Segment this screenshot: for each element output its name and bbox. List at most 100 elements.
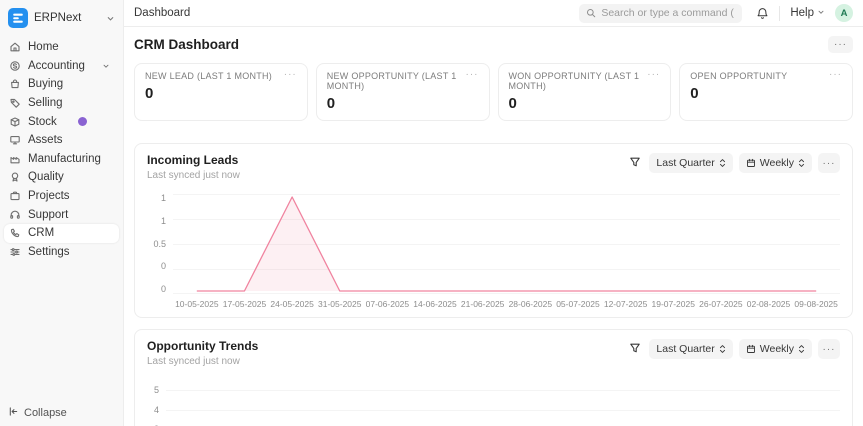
card-menu-button[interactable]: ··· bbox=[829, 71, 842, 79]
x-axis-label: 31-05-2025 bbox=[316, 299, 364, 309]
topbar-divider bbox=[779, 6, 780, 21]
sidebar-item-selling[interactable]: Selling bbox=[4, 94, 119, 113]
sidebar-item-label: Quality bbox=[28, 171, 64, 183]
selling-icon bbox=[9, 97, 21, 109]
sidebar-item-quality[interactable]: Quality bbox=[4, 168, 119, 187]
x-axis-label: 21-06-2025 bbox=[459, 299, 507, 309]
help-label: Help bbox=[790, 7, 814, 19]
time-range-select[interactable]: Last Quarter bbox=[649, 153, 732, 173]
collapse-icon bbox=[8, 406, 19, 420]
x-axis-label: 12-07-2025 bbox=[602, 299, 650, 309]
page-title: CRM Dashboard bbox=[134, 37, 239, 52]
sidebar: ERPNext Home AccountingBuying Selling Stock… bbox=[0, 0, 124, 426]
breadcrumb[interactable]: Dashboard bbox=[134, 7, 190, 19]
stat-card-new-lead-last-1-month[interactable]: NEW LEAD (LAST 1 MONTH)···0 bbox=[134, 63, 308, 121]
updown-icon bbox=[719, 158, 726, 168]
sidebar-item-projects[interactable]: Projects bbox=[4, 187, 119, 206]
time-range-select[interactable]: Last Quarter bbox=[649, 339, 732, 359]
stat-card-label: WON OPPORTUNITY (LAST 1 MONTH) bbox=[509, 71, 648, 91]
sidebar-item-manufacturing[interactable]: Manufacturing bbox=[4, 150, 119, 169]
x-axis-label: 19-07-2025 bbox=[649, 299, 697, 309]
chart-title-block: Incoming LeadsLast synced just now bbox=[147, 153, 240, 181]
chart-header: Opportunity TrendsLast synced just now La… bbox=[147, 339, 840, 367]
stock-icon bbox=[9, 116, 21, 128]
y-axis-row: 4 bbox=[147, 401, 840, 421]
topbar-right: Help A bbox=[579, 4, 853, 23]
chart-menu-button[interactable]: ··· bbox=[818, 339, 840, 359]
chart-header: Incoming LeadsLast synced just now Last Q… bbox=[147, 153, 840, 181]
sidebar-item-crm[interactable]: CRM bbox=[4, 224, 119, 243]
x-axis-label: 07-06-2025 bbox=[364, 299, 412, 309]
chart-title-block: Opportunity TrendsLast synced just now bbox=[147, 339, 258, 367]
chart-title: Incoming Leads bbox=[147, 153, 240, 167]
calendar-icon bbox=[746, 158, 756, 168]
search-input[interactable] bbox=[601, 7, 735, 19]
accounting-icon bbox=[9, 60, 21, 72]
projects-icon bbox=[9, 190, 21, 202]
manufacturing-icon bbox=[9, 153, 21, 165]
y-axis: 110.500 bbox=[147, 194, 173, 294]
y-axis-tick: 0.5 bbox=[153, 240, 166, 249]
charts-section: Incoming LeadsLast synced just now Last Q… bbox=[134, 143, 853, 426]
line-chart-plot[interactable] bbox=[173, 194, 840, 294]
brand-name: ERPNext bbox=[34, 12, 100, 24]
sidebar-item-label: Support bbox=[28, 209, 68, 221]
collapse-sidebar-button[interactable]: Collapse bbox=[8, 406, 67, 420]
sidebar-item-accounting[interactable]: Accounting bbox=[4, 57, 119, 76]
settings-icon bbox=[9, 246, 21, 258]
interval-select[interactable]: Weekly bbox=[739, 339, 812, 359]
stat-card-won-opportunity-last-1-month[interactable]: WON OPPORTUNITY (LAST 1 MONTH)··· 0 bbox=[498, 63, 672, 121]
card-menu-button[interactable]: ··· bbox=[466, 71, 479, 79]
workspace-switcher[interactable]: ERPNext bbox=[0, 6, 123, 38]
help-menu[interactable]: Help bbox=[790, 7, 825, 19]
topbar: Dashboard Help A bbox=[124, 0, 863, 27]
sidebar-item-label: Assets bbox=[28, 134, 63, 146]
sidebar-item-support[interactable]: Support bbox=[4, 205, 119, 224]
sidebar-item-buying[interactable]: Buying bbox=[4, 75, 119, 94]
avatar[interactable]: A bbox=[835, 4, 853, 22]
chart-card-incoming-leads: Incoming LeadsLast synced just now Last Q… bbox=[134, 143, 853, 318]
x-axis-label: 09-08-2025 bbox=[792, 299, 840, 309]
y-axis-tick: 0 bbox=[161, 262, 166, 271]
sidebar-item-settings[interactable]: Settings bbox=[4, 243, 119, 262]
global-search[interactable] bbox=[579, 4, 742, 23]
chart-menu-button[interactable]: ··· bbox=[818, 153, 840, 173]
interval-select[interactable]: Weekly bbox=[739, 153, 812, 173]
bell-icon[interactable] bbox=[756, 7, 769, 20]
sidebar-item-assets[interactable]: Assets bbox=[4, 131, 119, 150]
sidebar-item-label: Home bbox=[28, 41, 59, 53]
funnel-icon bbox=[629, 342, 641, 357]
home-icon bbox=[9, 41, 21, 53]
card-menu-button[interactable]: ··· bbox=[284, 71, 297, 79]
x-axis-label: 24-05-2025 bbox=[268, 299, 316, 309]
time-range-value: Last Quarter bbox=[656, 343, 714, 355]
sidebar-item-home[interactable]: Home bbox=[4, 38, 119, 57]
x-axis-label: 02-08-2025 bbox=[745, 299, 793, 309]
x-axis: 10-05-202517-05-202524-05-202531-05-2025… bbox=[147, 299, 840, 309]
calendar-icon bbox=[746, 344, 756, 354]
stat-card-open-opportunity[interactable]: OPEN OPPORTUNITY··· 0 bbox=[679, 63, 853, 121]
stat-cards-row: NEW LEAD (LAST 1 MONTH)···0NEW OPPORTUNI… bbox=[134, 63, 853, 121]
chart-filter-button[interactable] bbox=[627, 154, 643, 173]
card-menu-button[interactable]: ··· bbox=[647, 71, 660, 79]
x-axis-label: 28-06-2025 bbox=[506, 299, 554, 309]
stat-label-row: NEW LEAD (LAST 1 MONTH)··· bbox=[145, 71, 297, 81]
x-axis-label: 05-07-2025 bbox=[554, 299, 602, 309]
stat-card-value: 0 bbox=[690, 85, 842, 102]
sidebar-item-stock[interactable]: Stock bbox=[4, 112, 119, 131]
page-menu-button[interactable]: ··· bbox=[828, 36, 853, 53]
chart-controls: Last Quarter Weekly ··· bbox=[627, 153, 840, 173]
chart-filter-button[interactable] bbox=[627, 340, 643, 359]
interval-value: Weekly bbox=[760, 157, 794, 169]
page-content: CRM Dashboard ··· NEW LEAD (LAST 1 MONTH… bbox=[124, 27, 863, 426]
stat-label-row: OPEN OPPORTUNITY··· bbox=[690, 71, 842, 81]
sidebar-item-label: Selling bbox=[28, 97, 63, 109]
stat-card-new-opportunity-last-1-month[interactable]: NEW OPPORTUNITY (LAST 1 MONTH)···0 bbox=[316, 63, 490, 121]
collapse-label: Collapse bbox=[24, 407, 67, 419]
chart-controls: Last Quarter Weekly ··· bbox=[627, 339, 840, 359]
x-axis-label: 10-05-2025 bbox=[173, 299, 221, 309]
chevron-down-icon bbox=[817, 7, 825, 19]
erpnext-logo-icon bbox=[8, 8, 28, 28]
updown-icon bbox=[798, 158, 805, 168]
stat-card-value: 0 bbox=[509, 95, 661, 112]
